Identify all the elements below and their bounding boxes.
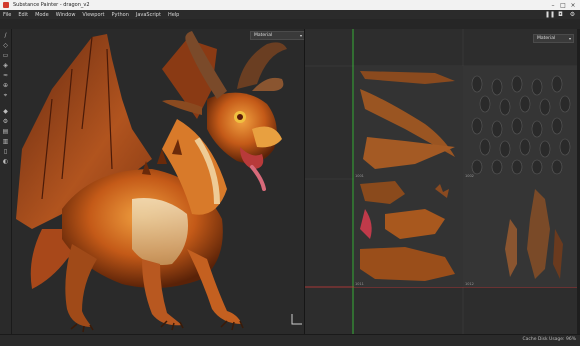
title-bar: Substance Painter - dragon_v2 [0,0,580,10]
menu-javascript[interactable]: JavaScript [136,12,161,18]
viewport-shading-dropdown[interactable]: Material ▾ [250,31,304,40]
uv-texture-layout [305,29,577,334]
top-right-toolbar: ❚❚ ◘ ⚙ [545,11,576,18]
context-toolbar [0,19,580,29]
status-bar: Cache Disk Usage: 96% [0,334,580,346]
paint-brush-icon[interactable]: / [2,32,9,39]
projection-icon[interactable]: ▭ [2,52,9,59]
menu-window[interactable]: Window [56,12,76,18]
smudge-icon[interactable]: ≈ [2,72,9,79]
maximize-icon[interactable]: □ [558,0,568,10]
app-logo-icon [3,2,9,8]
shelf-icon[interactable]: ▤ [2,128,9,135]
chevron-down-icon: ▾ [299,33,302,38]
settings-icon[interactable]: ⚙ [569,11,576,18]
uv-tile-label: 1012 [465,282,474,286]
uv-tile-label: 1001 [355,174,364,178]
menu-help[interactable]: Help [168,12,179,18]
camera-icon[interactable]: ◘ [557,11,564,18]
bake-icon[interactable]: ⚙ [2,118,9,125]
3d-viewport[interactable]: Material ▾ [12,29,304,334]
shading-mode-label: Material [254,33,273,38]
close-icon[interactable]: × [568,0,578,10]
tool-sidebar: / ◇ ▭ ◈ ≈ ⊕ ⌖ ◆ ⚙ ▤ ▥ ▯ ◐ [0,29,12,334]
2d-uv-viewport[interactable]: 1001 1002 1011 1012 Material ▾ [304,29,577,334]
minimize-icon[interactable]: – [548,0,558,10]
layers-icon[interactable]: ▥ [2,138,9,145]
chevron-down-icon: ▾ [568,36,571,41]
window-title: Substance Painter - dragon_v2 [13,2,90,8]
clone-icon[interactable]: ⊕ [2,82,9,89]
dragon-3d-render [16,31,302,333]
cache-disk-usage: Cache Disk Usage: 96% [522,337,577,342]
menu-bar: File Edit Mode Window Viewport Python Ja… [0,10,580,19]
display-settings-icon[interactable]: ◐ [2,158,9,165]
menu-edit[interactable]: Edit [18,12,28,18]
picker-icon[interactable]: ⌖ [2,92,9,99]
pause-icon[interactable]: ❚❚ [545,11,555,18]
document-icon[interactable]: ▯ [2,148,9,155]
channel-mode-label: Material [537,36,556,41]
menu-python[interactable]: Python [112,12,129,18]
geometry-fill-icon[interactable]: ◈ [2,62,9,69]
uv-tile-label: 1002 [465,174,474,178]
menu-mode[interactable]: Mode [35,12,49,18]
eraser-icon[interactable]: ◇ [2,42,9,49]
menu-viewport[interactable]: Viewport [82,12,104,18]
uv-tile-label: 1011 [355,282,364,286]
polygon-fill-icon[interactable]: ◆ [2,108,9,115]
2d-channel-dropdown[interactable]: Material ▾ [533,34,574,43]
menu-file[interactable]: File [3,12,11,18]
